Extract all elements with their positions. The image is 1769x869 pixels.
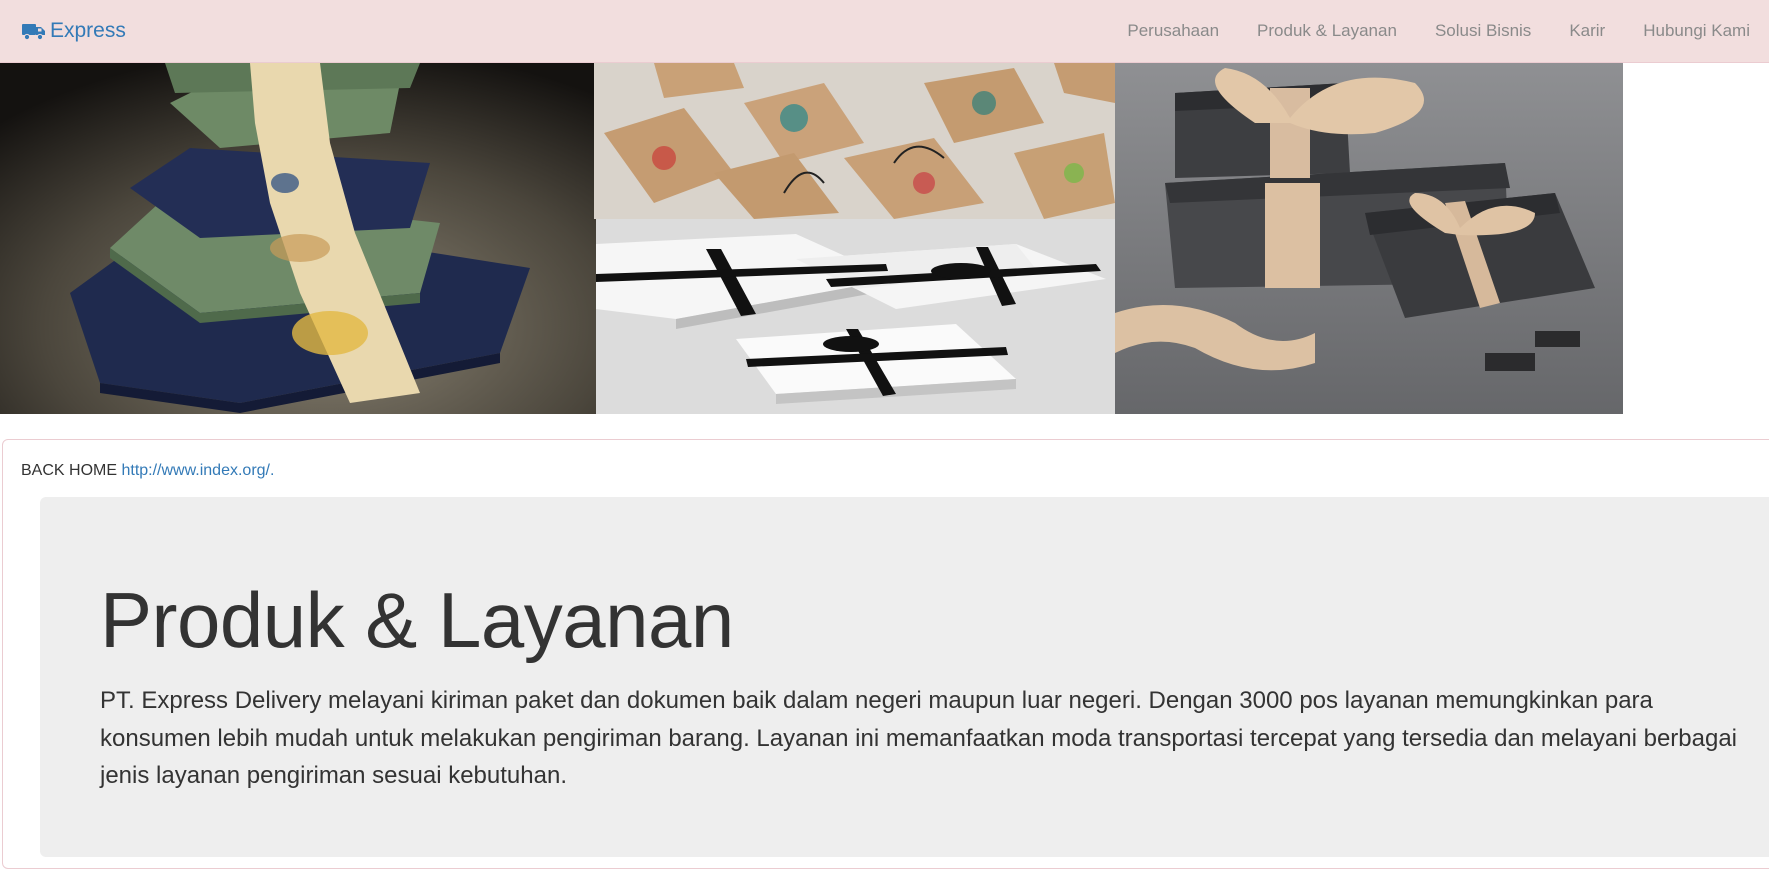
banner-collage (0, 63, 1624, 414)
stacked-gift-boxes-photo (0, 63, 596, 414)
nav-link-hubungi-kami[interactable]: Hubungi Kami (1624, 21, 1769, 41)
top-navbar: Express Perusahaan Produk & Layanan Solu… (0, 0, 1769, 63)
intro-paragraph: PT. Express Delivery melayani kiriman pa… (100, 687, 1738, 789)
back-home: BACK HOME http://www.index.org/. (21, 462, 274, 480)
nav-links: Perusahaan Produk & Layanan Solusi Bisni… (1108, 0, 1769, 62)
back-home-link[interactable]: http://www.index.org/. (121, 462, 274, 479)
truck-icon (22, 21, 46, 41)
back-home-label: BACK HOME (21, 462, 122, 479)
nav-link-karir[interactable]: Karir (1550, 21, 1624, 41)
jumbotron (40, 497, 1769, 857)
nav-link-produk-layanan[interactable]: Produk & Layanan (1238, 21, 1416, 41)
nav-link-solusi-bisnis[interactable]: Solusi Bisnis (1416, 21, 1550, 41)
brand-link[interactable]: Express (22, 17, 126, 45)
white-boxes-black-ribbon-photo (596, 219, 1115, 414)
kraft-boxes-flower-print-photo (594, 63, 1115, 219)
brand-label: Express (50, 19, 126, 42)
grey-boxes-satin-ribbon-photo (1115, 63, 1623, 414)
nav-link-perusahaan[interactable]: Perusahaan (1108, 21, 1238, 41)
page-title: Produk & Layanan (100, 576, 734, 664)
